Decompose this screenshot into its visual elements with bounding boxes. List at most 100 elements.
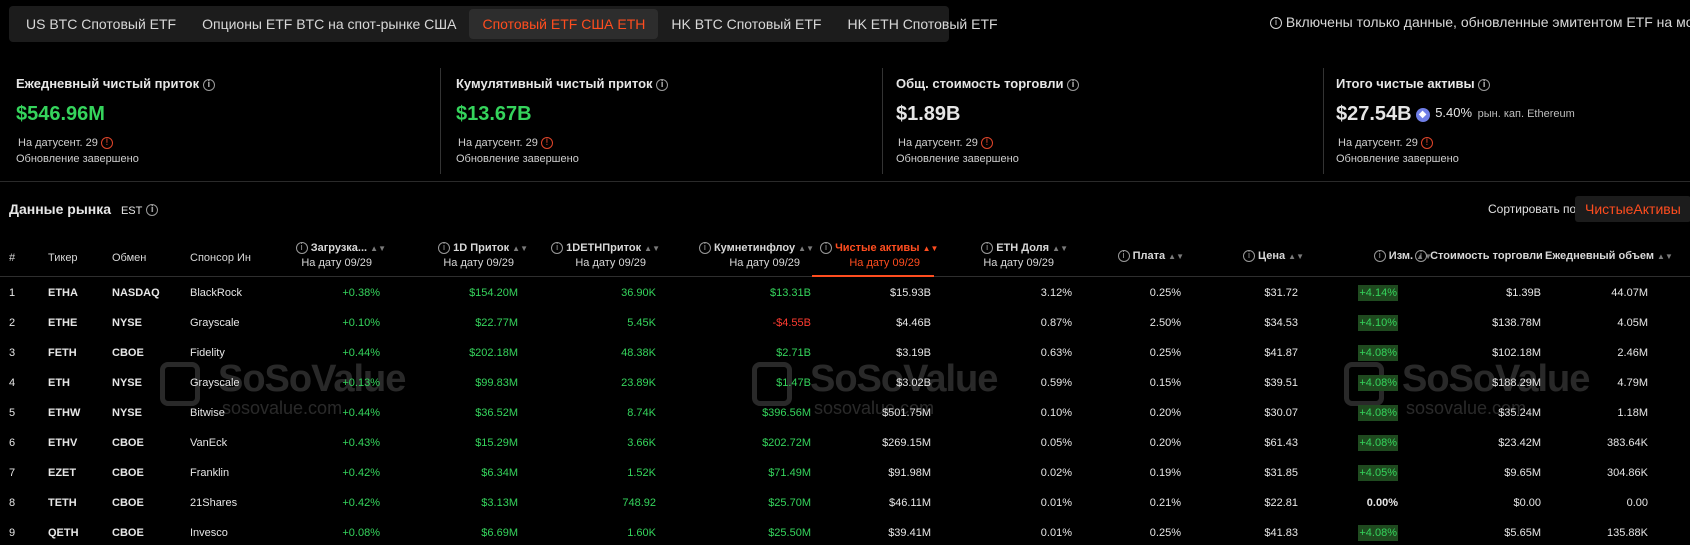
cell-net-assets: $269.15M bbox=[882, 437, 931, 449]
cell-change: 0.00% bbox=[1366, 497, 1398, 509]
col-premium[interactable]: i Загрузка... ▲▼ На дату 09/29 bbox=[280, 241, 386, 270]
info-icon[interactable]: i bbox=[1478, 78, 1491, 91]
table-row[interactable]: 2 ETHE NYSE Grayscale +0.10% $22.77M 5.45K -$4.… bbox=[0, 308, 1690, 338]
table-row[interactable]: 5 ETHW NYSE Bitwise +0.44% $36.52M 8.74K $396.5… bbox=[0, 398, 1690, 428]
info-icon: i bbox=[1117, 250, 1130, 263]
cell-value-traded: $138.78M bbox=[1492, 317, 1541, 329]
card-value: $546.96M bbox=[16, 103, 105, 125]
cell-eth-share: 0.59% bbox=[1040, 377, 1072, 389]
cell-value-traded: $188.29M bbox=[1492, 377, 1541, 389]
cell-change: +4.08% bbox=[1358, 375, 1398, 391]
tab-us-btc-options[interactable]: Опционы ETF BTC на спот-рынке США bbox=[189, 9, 469, 39]
table-row[interactable]: 7 EZET CBOE Franklin +0.42% $6.34M 1.52K $71.49… bbox=[0, 458, 1690, 488]
card-daily-inflow: Ежедневный чистый приток i $546.96M На д… bbox=[0, 60, 440, 174]
col-sponsor[interactable]: Спонсор Ин bbox=[190, 251, 251, 265]
info-icon: i bbox=[1242, 250, 1255, 263]
cell-volume: 0.00 bbox=[1626, 497, 1648, 509]
cell-value-traded: $0.00 bbox=[1513, 497, 1541, 509]
col-cum-inflow[interactable]: i Кумнетинфлоу ▲▼ На дату 09/29 bbox=[680, 241, 814, 270]
cell-ticker[interactable]: TETH bbox=[48, 488, 77, 518]
info-icon[interactable]: i bbox=[146, 204, 159, 217]
alert-icon[interactable]: ! bbox=[980, 137, 993, 150]
cell-exchange: CBOE bbox=[112, 497, 144, 509]
col-price[interactable]: i Цена ▲▼ bbox=[1220, 249, 1304, 264]
cell-exchange: CBOE bbox=[112, 527, 144, 539]
cell-fee: 0.20% bbox=[1149, 437, 1181, 449]
cell-ticker[interactable]: ETHE bbox=[48, 308, 77, 338]
cell-price: $41.83 bbox=[1264, 527, 1298, 539]
cell-value-traded: $35.24M bbox=[1498, 407, 1541, 419]
card-cumulative-inflow: Кумулятивный чистый приток i $13.67B На … bbox=[440, 60, 880, 174]
cell-fee: 0.25% bbox=[1149, 527, 1181, 539]
info-icon[interactable]: i bbox=[202, 78, 215, 91]
table-row[interactable]: 3 FETH CBOE Fidelity +0.44% $202.18M 48.38K $2.… bbox=[0, 338, 1690, 368]
table-row[interactable]: 9 QETH CBOE Invesco +0.08% $6.69M 1.60K $25.50M… bbox=[0, 518, 1690, 545]
info-icon: i bbox=[295, 242, 308, 255]
cell-premium: +0.43% bbox=[342, 437, 380, 449]
alert-icon[interactable]: ! bbox=[1420, 137, 1433, 150]
col-net-assets[interactable]: i Чистые активы ▲▼ На дату 09/29 bbox=[820, 241, 938, 270]
col-1d-inflow[interactable]: i 1D Приток ▲▼ На дату 09/29 bbox=[400, 241, 528, 270]
info-icon[interactable]: i bbox=[656, 78, 669, 91]
cell-exchange: NYSE bbox=[112, 377, 142, 389]
cell-exchange: CBOE bbox=[112, 437, 144, 449]
cell-volume: 1.18M bbox=[1617, 407, 1648, 419]
sort-icon: ▲▼ bbox=[370, 244, 386, 253]
info-icon: i bbox=[820, 242, 832, 255]
cell-ticker[interactable]: ETH bbox=[48, 368, 70, 398]
cell-price: $30.07 bbox=[1264, 407, 1298, 419]
cell-ticker[interactable]: FETH bbox=[48, 338, 77, 368]
cell-change: +4.05% bbox=[1358, 465, 1398, 481]
cell-price: $61.43 bbox=[1264, 437, 1298, 449]
cell-eth-share: 0.10% bbox=[1040, 407, 1072, 419]
cell-sponsor: Grayscale bbox=[190, 377, 240, 389]
active-column-indicator bbox=[812, 275, 934, 277]
col-value-traded[interactable]: i Стоимость торговли bbox=[1415, 249, 1543, 263]
cell-fee: 0.15% bbox=[1149, 377, 1181, 389]
col-fee[interactable]: i Плата ▲▼ bbox=[1100, 249, 1184, 264]
table-row[interactable]: 6 ETHV CBOE VanEck +0.43% $15.29M 3.66K $202.72… bbox=[0, 428, 1690, 458]
tab-us-eth-spot[interactable]: Спотовый ETF США ETH bbox=[469, 9, 659, 39]
info-icon[interactable]: i bbox=[1067, 78, 1080, 91]
col-daily-volume[interactable]: Ежедневный объем ▲▼ bbox=[1545, 249, 1690, 264]
cell-sponsor: Bitwise bbox=[190, 407, 225, 419]
col-ticker[interactable]: Тикер bbox=[48, 251, 78, 265]
cell-value-traded: $9.65M bbox=[1504, 467, 1541, 479]
cell-exchange: NASDAQ bbox=[112, 287, 160, 299]
cell-sponsor: Grayscale bbox=[190, 317, 240, 329]
col-exchange[interactable]: Обмен bbox=[112, 251, 146, 265]
tab-hk-eth-spot[interactable]: HK ETH Спотовый ETF bbox=[834, 9, 1010, 39]
alert-icon[interactable]: ! bbox=[100, 137, 113, 150]
alert-icon[interactable]: ! bbox=[540, 137, 553, 150]
cell-num: 8 bbox=[9, 497, 16, 509]
col-1d-eth-inflow[interactable]: i 1DETHПриток ▲▼ На дату 09/29 bbox=[540, 241, 660, 270]
card-label: Кумулятивный чистый приток bbox=[456, 76, 653, 91]
table-row[interactable]: 1 ETHA NASDAQ BlackRock +0.38% $154.20M 36.90K… bbox=[0, 278, 1690, 308]
table-row[interactable]: 8 TETH CBOE 21Shares +0.42% $3.13M 748.92 $25.7… bbox=[0, 488, 1690, 518]
cell-price: $34.53 bbox=[1264, 317, 1298, 329]
tab-hk-btc-spot[interactable]: HK BTC Спотовый ETF bbox=[658, 9, 834, 39]
col-eth-share[interactable]: i ETH Доля ▲▼ На дату 09/29 bbox=[960, 241, 1068, 270]
cell-ticker[interactable]: ETHW bbox=[48, 398, 80, 428]
cell-ticker[interactable]: EZET bbox=[48, 458, 76, 488]
cell-net-assets: $3.19B bbox=[896, 347, 931, 359]
cell-eth-inflow: 48.38K bbox=[621, 347, 656, 359]
cell-ticker[interactable]: ETHA bbox=[48, 278, 78, 308]
card-total-value-traded: Общ. стоимость торговли i $1.89B На дату… bbox=[880, 60, 1324, 174]
cell-num: 2 bbox=[9, 317, 16, 329]
cell-net-assets: $46.11M bbox=[889, 497, 931, 509]
cell-ticker[interactable]: ETHV bbox=[48, 428, 77, 458]
sort-dropdown[interactable]: ЧистыеАктивы bbox=[1575, 196, 1690, 222]
cell-ticker[interactable]: QETH bbox=[48, 518, 79, 545]
cell-eth-inflow: 748.92 bbox=[622, 497, 656, 509]
market-cap-percent: 5.40% bbox=[1435, 105, 1473, 120]
ethereum-icon: ◆ bbox=[1415, 108, 1430, 122]
cell-change: +4.14% bbox=[1358, 285, 1398, 301]
cell-net-assets: $15.93B bbox=[890, 287, 931, 299]
cell-eth-share: 0.01% bbox=[1040, 527, 1072, 539]
table-row[interactable]: 4 ETH NYSE Grayscale +0.13% $99.83M 23.89K $1.4… bbox=[0, 368, 1690, 398]
tab-us-btc-spot[interactable]: US BTC Спотовый ETF bbox=[13, 9, 189, 39]
cell-eth-inflow: 23.89K bbox=[621, 377, 656, 389]
cell-eth-share: 0.02% bbox=[1040, 467, 1072, 479]
info-icon: i bbox=[551, 242, 564, 255]
